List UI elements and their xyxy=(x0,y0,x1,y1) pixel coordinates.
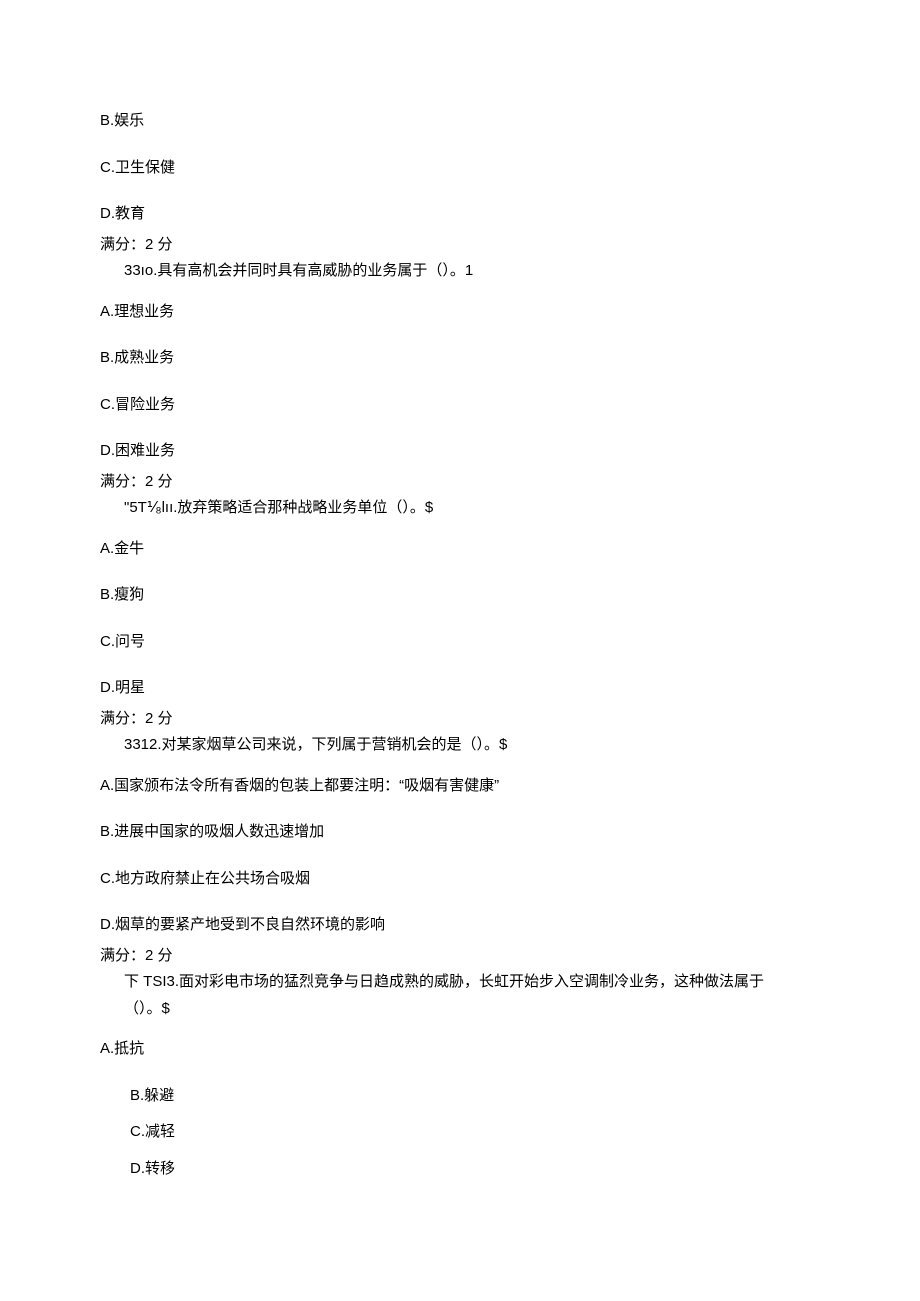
score-line-4: 满分：2 分 xyxy=(100,945,820,968)
q11-option-c: C.问号 xyxy=(100,631,820,654)
q12-option-d: D.烟草的要紧产地受到不良自然环境的影响 xyxy=(100,914,820,937)
score-line-3: 满分：2 分 xyxy=(100,708,820,731)
q-prev-option-b: B.娱乐 xyxy=(100,110,820,133)
q12-option-a: A.国家颁布法令所有香烟的包装上都要注明：“吸烟有害健康” xyxy=(100,775,820,798)
q10-stem: 33ıo.具有高机会并同时具有高威胁的业务属于（）。1 xyxy=(124,260,820,283)
q12-option-b: B.进展中国家的吸烟人数迅速增加 xyxy=(100,821,820,844)
score-line-2: 满分：2 分 xyxy=(100,471,820,494)
q10-option-c: C.冒险业务 xyxy=(100,394,820,417)
q13-stem-line2: （）。$ xyxy=(124,998,820,1021)
q11-stem: "5T⅟₈lıı.放弃策略适合那种战略业务单位（）。$ xyxy=(124,497,820,520)
q13-option-d: D.转移 xyxy=(130,1158,820,1181)
q11-option-d: D.明星 xyxy=(100,677,820,700)
q10-option-b: B.成熟业务 xyxy=(100,347,820,370)
q11-option-b: B.瘦狗 xyxy=(100,584,820,607)
q-prev-option-d: D.教育 xyxy=(100,203,820,226)
q12-option-c: C.地方政府禁止在公共场合吸烟 xyxy=(100,868,820,891)
q13-option-c: C.减轻 xyxy=(130,1121,820,1144)
q-prev-option-c: C.卫生保健 xyxy=(100,157,820,180)
q11-option-a: A.金牛 xyxy=(100,538,820,561)
score-line-1: 满分：2 分 xyxy=(100,234,820,257)
q13-option-a: A.抵抗 xyxy=(100,1038,820,1061)
q13-stem-line1: 下 TSI3.面对彩电市场的猛烈竞争与日趋成熟的威胁，长虹开始步入空调制冷业务，… xyxy=(124,971,820,994)
q12-stem: 3312.对某家烟草公司来说，下列属于营销机会的是（）。$ xyxy=(124,734,820,757)
q13-option-b: B.躲避 xyxy=(130,1085,820,1108)
q10-option-d: D.困难业务 xyxy=(100,440,820,463)
q10-option-a: A.理想业务 xyxy=(100,301,820,324)
